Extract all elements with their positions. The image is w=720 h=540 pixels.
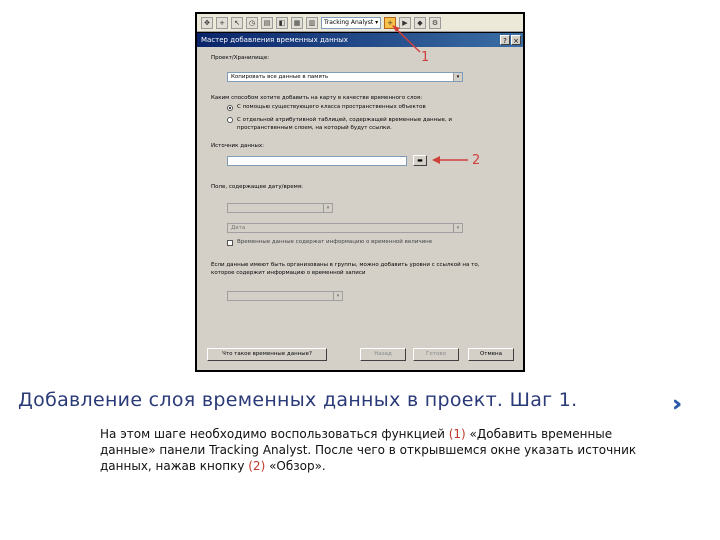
desc-part3: «Обзор». — [265, 459, 326, 473]
callout-number-2: 2 — [472, 153, 481, 168]
slide-caption: Добавление слоя временных данных в проек… — [18, 389, 578, 411]
double-chevron-icon: ›› — [672, 392, 683, 417]
desc-marker-2: (2) — [248, 459, 266, 473]
callout-arrow-1 — [393, 26, 421, 53]
callout-arrowhead-2 — [432, 156, 440, 164]
slide-description: На этом шаге необходимо воспользоваться … — [100, 426, 660, 474]
desc-part1: На этом шаге необходимо воспользоваться … — [100, 427, 449, 441]
callout-number-1: 1 — [421, 50, 430, 65]
desc-marker-1: (1) — [448, 427, 466, 441]
